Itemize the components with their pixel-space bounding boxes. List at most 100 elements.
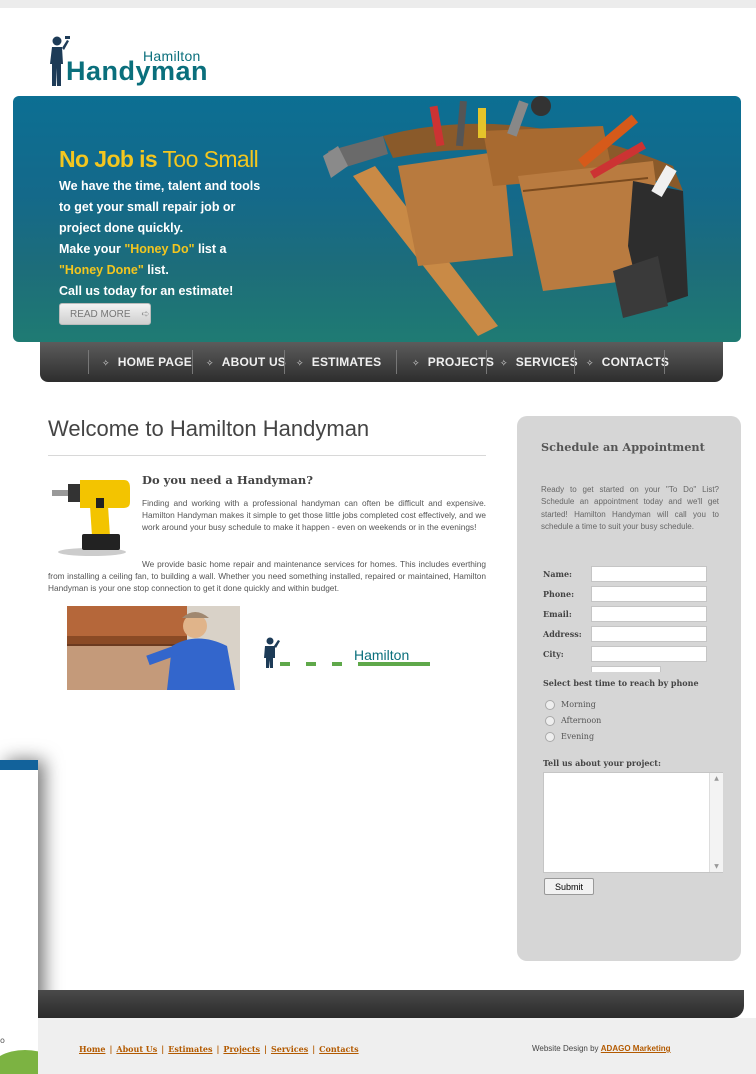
footer-sep: | (264, 1044, 267, 1054)
banner-line: project done quickly. (59, 221, 184, 235)
nav-label: PROJECTS (427, 355, 495, 369)
email-field[interactable] (591, 606, 707, 622)
nav-label: ABOUT US (221, 355, 287, 369)
title-divider (48, 455, 486, 456)
section-heading: Do you need a Handyman? (142, 473, 313, 487)
mini-logo-text: Hamilton (354, 647, 410, 663)
nav-arrow-icon: ✧ (102, 358, 110, 368)
radio-label: Evening (561, 732, 595, 741)
credit-link[interactable]: ADAGO Marketing (601, 1044, 671, 1053)
footer-links: Home | About Us | Estimates | Projects | Service… (79, 1044, 359, 1054)
scroll-down-icon[interactable]: ▼ (710, 863, 723, 870)
nav-arrow-icon: ✧ (586, 358, 594, 368)
logo-big-text: Handyman (66, 56, 209, 86)
side-overlay-panel: o (0, 760, 38, 1074)
banner-make-text: Make your (59, 242, 125, 256)
submit-button[interactable]: Submit (544, 878, 594, 895)
nav-arrow-icon: ✧ (412, 358, 420, 368)
nav-divider (192, 350, 193, 374)
nav-home[interactable]: ✧ HOME PAGE (102, 342, 192, 382)
services-paragraph: We provide basic home repair and mainten… (48, 559, 486, 593)
nav-projects[interactable]: ✧ PROJECTS (412, 342, 494, 382)
honey-done-highlight: "Honey Done" (59, 263, 144, 277)
nav-arrow-icon: ✧ (500, 358, 508, 368)
radio-button[interactable] (545, 716, 555, 726)
footer-link-estimates[interactable]: Estimates (168, 1044, 212, 1054)
tool-belt-image (323, 96, 688, 336)
city-field[interactable] (591, 646, 707, 662)
headline-light: Too Small (162, 146, 259, 172)
nav-label: SERVICES (515, 355, 578, 369)
city-label: City: (543, 649, 564, 659)
banner-line-honey: Make your "Honey Do" list a (59, 239, 299, 260)
nav-divider (284, 350, 285, 374)
panel-title: Schedule an Appointment (541, 440, 705, 454)
overlay-text: o (0, 1036, 5, 1045)
radio-button[interactable] (545, 700, 555, 710)
radio-afternoon[interactable]: Afternoon (545, 716, 601, 726)
headline-bold: No Job is (59, 146, 158, 172)
nav-estimates[interactable]: ✧ ESTIMATES (296, 342, 381, 382)
address-field[interactable] (591, 626, 707, 642)
panel-intro: Ready to get started on your "To Do" Lis… (541, 485, 719, 531)
overlay-green-shape (0, 1050, 38, 1074)
overlay-header-bar (0, 760, 38, 770)
footer-link-contacts[interactable]: Contacts (319, 1044, 358, 1054)
footer-link-services[interactable]: Services (271, 1044, 308, 1054)
banner-line: to get your small repair job or (59, 200, 236, 214)
site-logo[interactable]: Hamilton Handyman (48, 34, 238, 90)
footer-credit: Website Design by ADAGO Marketing (532, 1044, 671, 1053)
phone-field[interactable] (591, 586, 707, 602)
radio-button[interactable] (545, 732, 555, 742)
page-title: Welcome to Hamilton Handyman (48, 416, 370, 441)
phone-label: Phone: (543, 589, 575, 599)
footer-link-projects[interactable]: Projects (223, 1044, 260, 1054)
appointment-panel: Schedule an Appointment Ready to get sta… (517, 416, 741, 961)
address-label: Address: (543, 629, 582, 639)
banner-call: Call us today for an estimate! (59, 284, 234, 298)
top-strip (0, 0, 756, 8)
best-time-label: Select best time to reach by phone (543, 678, 699, 688)
project-textarea[interactable] (543, 772, 723, 873)
nav-services[interactable]: ✧ SERVICES (500, 342, 578, 382)
handyman-mini-icon (264, 637, 280, 668)
arrow-right-icon: ➪ (141, 309, 150, 320)
name-field[interactable] (591, 566, 707, 582)
banner-line: We have the time, talent and tools (59, 179, 261, 193)
main-nav: ✧ HOME PAGE ✧ ABOUT US ✧ ESTIMATES ✧ PROJECT… (40, 342, 723, 382)
nav-label: HOME PAGE (117, 355, 193, 369)
footer-sep: | (109, 1044, 113, 1054)
hero-banner: No Job is Too Small We have the time, ta… (13, 96, 741, 342)
drill-image (52, 480, 130, 556)
banner-list-a: list a (194, 242, 227, 256)
cut-off-field[interactable] (591, 666, 661, 672)
mini-logo: Hamilton (262, 636, 442, 670)
nav-about[interactable]: ✧ ABOUT US (206, 342, 286, 382)
email-label: Email: (543, 609, 572, 619)
nav-divider (88, 350, 89, 374)
scroll-up-icon[interactable]: ▲ (710, 775, 723, 782)
footer-sep: | (312, 1044, 316, 1054)
honey-do-highlight: "Honey Do" (124, 242, 195, 256)
banner-headline: No Job is Too Small (59, 146, 259, 173)
credit-prefix: Website Design by (532, 1044, 601, 1053)
nav-arrow-icon: ✧ (296, 358, 304, 368)
radio-label: Morning (561, 700, 596, 709)
intro-paragraph: Finding and working with a professional … (142, 498, 486, 532)
radio-morning[interactable]: Morning (545, 700, 596, 710)
radio-evening[interactable]: Evening (545, 732, 594, 742)
read-more-label: READ MORE (70, 309, 131, 320)
nav-contacts[interactable]: ✧ CONTACTS (586, 342, 669, 382)
footer-bar (38, 990, 744, 1018)
banner-line-honey-done: "Honey Done" list. (59, 260, 299, 281)
nav-label: ESTIMATES (311, 355, 382, 369)
name-label: Name: (543, 569, 573, 579)
nav-divider (486, 350, 487, 374)
nav-arrow-icon: ✧ (206, 358, 214, 368)
read-more-button[interactable]: READ MORE ➪ (59, 303, 151, 325)
textarea-scrollbar[interactable]: ▲ ▼ (709, 773, 723, 872)
footer-link-about[interactable]: About Us (116, 1044, 157, 1054)
footer-link-home[interactable]: Home (79, 1044, 105, 1054)
nav-divider (574, 350, 575, 374)
nav-divider (396, 350, 397, 374)
